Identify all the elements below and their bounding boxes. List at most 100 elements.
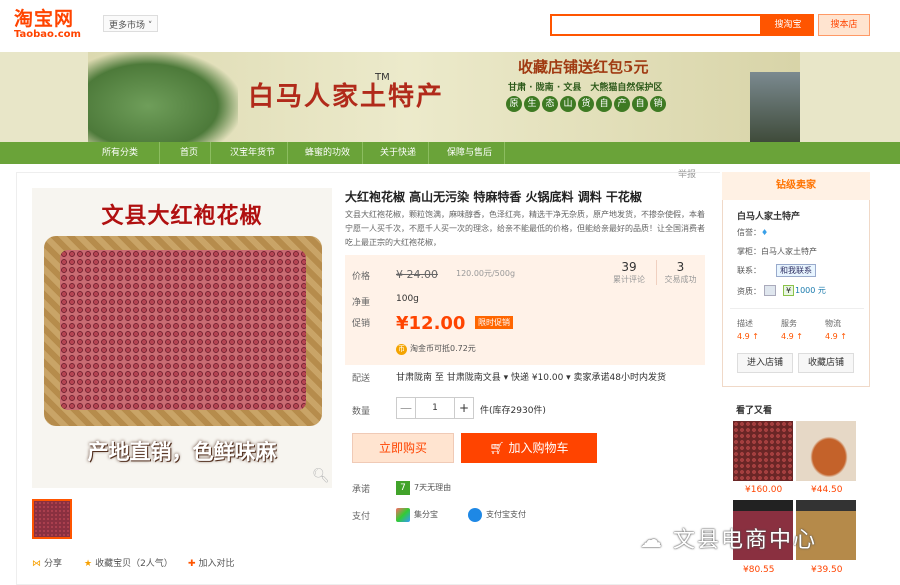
taobao-logo[interactable]: 淘宝网 Taobao.com [14,8,94,42]
credit-label: 信誉： [737,228,761,237]
rating-description: 描述 4.9 ↑ [737,318,759,341]
shopkeeper: 掌柜：白马人家土特产 [737,247,817,256]
nav-new-year[interactable]: 汉宝年货节 [218,142,289,164]
promise-label: 承诺 [352,485,371,495]
compare-button[interactable]: ✚ 加入对比 [188,556,235,569]
buy-now-button[interactable]: 立即购买 [352,433,454,463]
image-title: 文县大红袍花椒 [101,203,263,229]
slogan-char: 原 [506,96,522,112]
diamond-icon: ♦ [761,228,769,237]
banner-promo-text: 收藏店铺送红包5元 [518,58,649,76]
more-markets-label: 更多市场 [109,21,146,31]
banner-slogan: 原 生 态 山 货 自 产 自 销 [506,96,666,112]
coin-text: 淘金币可抵0.72元 [410,344,476,353]
slogan-char: 销 [650,96,666,112]
enter-store-button[interactable]: 进入店铺 [737,353,793,373]
rating-score: 4.9 ↑ [781,332,803,341]
net-weight-label: 净重 [352,298,371,308]
product-description: 文县大红袍花椒，颗粒饱满，麻味醇香，色泽红亮，精选干净无杂质，原产地发货，不掺杂… [345,210,705,247]
cart-icon: 🛒︎ [489,441,509,455]
product-main-image[interactable]: 文县大红袍花椒 产地直销，色鲜味麻 [32,188,332,488]
alipay-icon [468,508,482,522]
compare-label: 加入对比 [198,559,235,569]
seller-level-heading: 钻级卖家 [722,172,870,200]
slogan-char: 生 [524,96,540,112]
quantity-plus-button[interactable]: + [454,397,474,419]
quantity-input[interactable]: 1 [416,397,454,419]
promo-label: 促销 [352,319,371,329]
product-thumbnail[interactable] [32,499,72,539]
logo-en: Taobao.com [14,29,81,40]
rating-label: 服务 [781,319,797,328]
chevron-down-icon: ˅ [147,21,153,31]
alipay-text[interactable]: 支付宝支付 [486,509,526,520]
original-price: ¥ 24.00 [396,268,438,281]
sales-count: 3 [676,260,685,274]
recommended-item-price: ¥80.55 [743,565,775,575]
watermark-text: 文县电商中心 [673,528,818,553]
promise-text[interactable]: 7天无理由 [414,482,451,493]
search-store-button[interactable]: 搜本店 [818,14,870,36]
id-card-icon [764,285,776,296]
watermark: ☁︎ 文县电商中心 [640,522,817,554]
add-to-cart-button[interactable]: 🛒︎ 加入购物车 [461,433,597,463]
nav-honey-benefits[interactable]: 蜂蜜的功效 [293,142,364,164]
seller-name[interactable]: 白马人家土特产 [737,209,800,222]
contact-seller-button[interactable]: 和我联系 [776,264,816,277]
net-weight-value: 100g [396,294,419,304]
promo-price: ¥12.00 [396,313,466,334]
qualification-label: 资质： [737,287,761,296]
banner-house-graphic [750,72,800,142]
slogan-char: 态 [542,96,558,112]
shipping-label: 配送 [352,374,371,384]
wechat-icon: ☁︎ [640,528,673,553]
payment-label: 支付 [352,512,371,522]
recommended-item-image[interactable] [796,421,856,481]
sales-stat: 3 交易成功 [656,260,704,285]
price-label: 价格 [352,272,371,282]
favorite-store-button[interactable]: 收藏店铺 [798,353,854,373]
search-taobao-button[interactable]: 搜淘宝 [762,14,814,36]
seven-day-return-icon: 7 [396,481,410,495]
quantity-label: 数量 [352,407,371,417]
more-markets-dropdown[interactable]: 更多市场 ˅ [103,15,159,32]
jifenbao-text[interactable]: 集分宝 [414,509,438,520]
promo-tag: 限时促销 [475,316,513,329]
stock-info: 件(库存2930件) [480,406,546,416]
recommended-item-image[interactable] [733,421,793,481]
banner-tm: TM [375,72,390,83]
nav-all-categories[interactable]: 所有分类 ▼ [90,142,160,180]
reviews-stat[interactable]: 39 累计评论 [605,260,653,285]
search-input[interactable] [550,14,762,36]
seller-divider [730,308,864,309]
jifenbao-icon [396,508,410,522]
plus-icon: ✚ [188,559,196,569]
nav-after-sales[interactable]: 保障与售后 [435,142,506,164]
sales-label: 交易成功 [664,275,697,284]
slogan-char: 产 [614,96,630,112]
unit-price: 120.00元/500g [456,269,516,278]
share-button[interactable]: ⋈ 分享 [32,556,62,569]
banner-hill-graphic [88,52,238,142]
add-to-cart-label: 加入购物车 [508,441,569,455]
nav-shipping[interactable]: 关于快递 [368,142,430,164]
rating-logistics: 物流 4.9 ↑ [825,318,847,341]
slogan-char: 自 [596,96,612,112]
store-nav: 所有分类 ▼ 首页 汉宝年货节 蜂蜜的功效 关于快递 保障与售后 [0,142,900,180]
nav-home[interactable]: 首页 [168,142,212,164]
rating-label: 物流 [825,319,841,328]
slogan-char: 自 [632,96,648,112]
shipping-info[interactable]: 甘肃陇南 至 甘肃陇南文县 ▾ 快递 ¥10.00 ▾ 卖家承诺48小时内发货 [396,370,666,383]
favorite-button[interactable]: ★ 收藏宝贝（2人气） [84,556,173,569]
quantity-minus-button[interactable]: — [396,397,416,419]
favorite-label: 收藏宝贝（2人气） [95,559,173,569]
recommended-item-price: ¥39.50 [811,565,843,575]
banner-image[interactable]: 白马人家土特产 TM 收藏店铺送红包5元 甘肃 · 陇南 · 文县 大熊猫自然保… [88,52,800,142]
also-viewed-title: 看了又看 [736,406,773,416]
credit-row: 信誉：♦ [737,227,768,238]
banner-brand-name: 白马人家土特产 [248,82,445,112]
rating-score: 4.9 ↑ [825,332,847,341]
slogan-char: 货 [578,96,594,112]
deposit-value: 1000 元 [795,286,826,295]
zoom-icon[interactable]: 🔍︎ [312,468,330,484]
